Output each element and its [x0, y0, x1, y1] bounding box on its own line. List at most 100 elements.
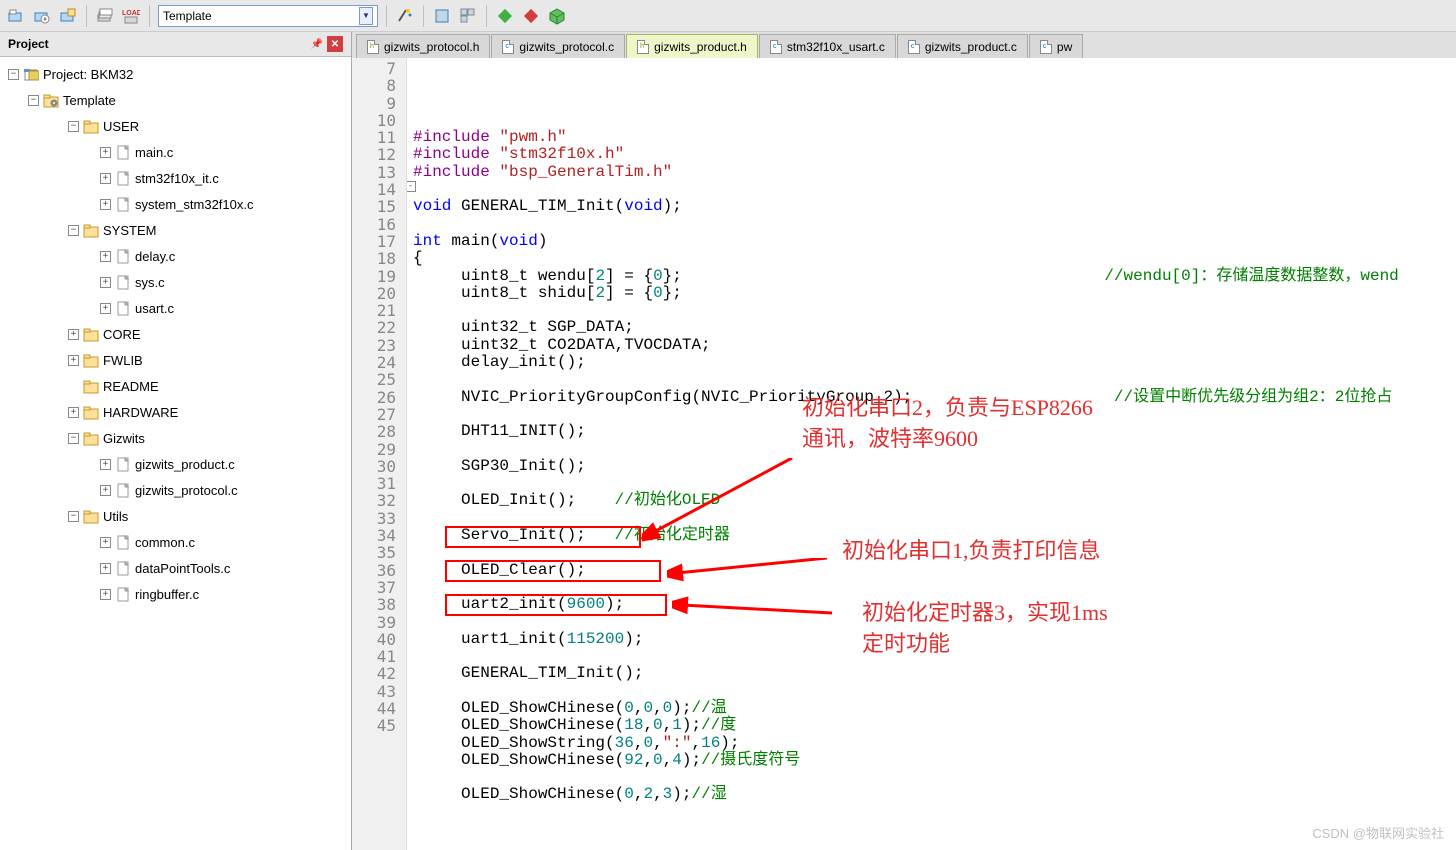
line-number: 34: [352, 527, 396, 544]
code-line[interactable]: OLED_ShowCHinese(0,0,0);//温: [413, 700, 1456, 717]
tree-node[interactable]: +HARDWARE: [0, 399, 351, 425]
code-line[interactable]: OLED_Init(); //初始化OLED: [413, 492, 1456, 509]
tree-node[interactable]: +sys.c: [0, 269, 351, 295]
tree-node[interactable]: +main.c: [0, 139, 351, 165]
tree-expand-icon[interactable]: +: [100, 563, 111, 574]
tree-expand-icon[interactable]: −: [68, 225, 79, 236]
tree-expand-icon[interactable]: −: [28, 95, 39, 106]
tree-expand-icon[interactable]: +: [68, 355, 79, 366]
tree-node[interactable]: −SYSTEM: [0, 217, 351, 243]
code-line[interactable]: uint8_t shidu[2] = {0};: [413, 285, 1456, 302]
tree-expand-icon[interactable]: +: [100, 537, 111, 548]
code-line[interactable]: #include "stm32f10x.h": [413, 146, 1456, 163]
tree-node[interactable]: +FWLIB: [0, 347, 351, 373]
tree-expand-icon[interactable]: −: [68, 511, 79, 522]
tree-node[interactable]: README: [0, 373, 351, 399]
code-line[interactable]: void GENERAL_TIM_Init(void);: [413, 198, 1456, 215]
tree-expand-icon[interactable]: +: [100, 277, 111, 288]
code-container: 7891011121314151617181920212223242526272…: [352, 58, 1456, 850]
folder-icon: [83, 508, 99, 524]
toolbar-separator: [423, 5, 424, 27]
tree-node[interactable]: +ringbuffer.c: [0, 581, 351, 607]
tree-expand-icon[interactable]: +: [100, 251, 111, 262]
tree-expand-icon[interactable]: +: [68, 407, 79, 418]
panel-close-icon[interactable]: ✕: [327, 36, 343, 52]
toolbar-icon-green[interactable]: [495, 6, 515, 26]
options-icon[interactable]: [395, 6, 415, 26]
code-line[interactable]: [413, 510, 1456, 527]
toolbar-icon-stack[interactable]: [95, 6, 115, 26]
code-line[interactable]: SGP30_Init();: [413, 458, 1456, 475]
tree-node[interactable]: −USER: [0, 113, 351, 139]
toolbar-icon-1[interactable]: [6, 6, 26, 26]
combo-dropdown-arrow[interactable]: ▼: [359, 7, 373, 25]
tree-expand-icon[interactable]: +: [68, 329, 79, 340]
editor-tab[interactable]: gizwits_product.h: [626, 34, 758, 58]
tree-expand-icon[interactable]: −: [8, 69, 19, 80]
code-line[interactable]: GENERAL_TIM_Init();: [413, 665, 1456, 682]
code-line[interactable]: OLED_ShowCHinese(92,0,4);//摄氏度符号: [413, 752, 1456, 769]
code-line[interactable]: int main(void): [413, 233, 1456, 250]
tree-node[interactable]: +usart.c: [0, 295, 351, 321]
editor-tab[interactable]: gizwits_product.c: [897, 34, 1028, 58]
code-line[interactable]: [413, 181, 1456, 198]
tree-expand-icon[interactable]: +: [100, 303, 111, 314]
tree-expand-icon[interactable]: −: [68, 121, 79, 132]
tree-node[interactable]: +gizwits_product.c: [0, 451, 351, 477]
toolbar-icon-red[interactable]: [521, 6, 541, 26]
tree-node[interactable]: −Utils: [0, 503, 351, 529]
code-line[interactable]: delay_init();: [413, 354, 1456, 371]
tree-node[interactable]: +common.c: [0, 529, 351, 555]
tree-node[interactable]: −Gizwits: [0, 425, 351, 451]
code-line[interactable]: [413, 683, 1456, 700]
toolbar-icon-manage[interactable]: [458, 6, 478, 26]
tree-expand-icon[interactable]: +: [100, 485, 111, 496]
editor-tab[interactable]: stm32f10x_usart.c: [759, 34, 896, 58]
editor-tab[interactable]: gizwits_protocol.c: [491, 34, 625, 58]
code-line[interactable]: [413, 475, 1456, 492]
toolbar-icon-cube[interactable]: [547, 6, 567, 26]
tree-expand-icon[interactable]: +: [100, 459, 111, 470]
tree-expand-icon[interactable]: +: [100, 589, 111, 600]
project-tree[interactable]: − Project: BKM32 −Template−USER+main.c+stm…: [0, 57, 351, 850]
file-icon: [115, 248, 131, 264]
target-combo[interactable]: Template ▼: [158, 5, 378, 27]
tree-node[interactable]: +gizwits_protocol.c: [0, 477, 351, 503]
code-line[interactable]: [413, 371, 1456, 388]
toolbar-icon-3[interactable]: [58, 6, 78, 26]
toolbar-icon-load[interactable]: LOAD: [121, 6, 141, 26]
tree-expand-icon[interactable]: +: [100, 147, 111, 158]
editor-tab[interactable]: gizwits_protocol.h: [356, 34, 490, 58]
code-line[interactable]: OLED_ShowCHinese(0,2,3);//湿: [413, 786, 1456, 803]
proj-icon: [23, 66, 39, 82]
code-line[interactable]: [413, 769, 1456, 786]
toolbar-icon-2[interactable]: [32, 6, 52, 26]
code-line[interactable]: [413, 216, 1456, 233]
tree-expand-icon[interactable]: −: [68, 433, 79, 444]
code-line[interactable]: uint32_t CO2DATA,TVOCDATA;: [413, 337, 1456, 354]
editor-tab[interactable]: pw: [1029, 34, 1083, 58]
tree-expand-icon[interactable]: +: [100, 199, 111, 210]
code-line[interactable]: [413, 302, 1456, 319]
code-line[interactable]: uint8_t wendu[2] = {0}; //wendu[0]：存储温度数…: [413, 268, 1456, 285]
tree-node-label: Project: BKM32: [43, 67, 133, 82]
editor-tabs: gizwits_protocol.hgizwits_protocol.cgizw…: [352, 32, 1456, 58]
file-icon: [637, 40, 649, 54]
tree-node[interactable]: − Project: BKM32: [0, 61, 351, 87]
tree-expand-icon[interactable]: +: [100, 173, 111, 184]
fold-indicator-icon[interactable]: -: [407, 181, 416, 192]
code-line[interactable]: OLED_ShowCHinese(18,0,1);//度: [413, 717, 1456, 734]
panel-pin-icon[interactable]: 📌: [309, 36, 325, 52]
tree-node[interactable]: +delay.c: [0, 243, 351, 269]
code-line[interactable]: OLED_ShowString(36,0,":",16);: [413, 735, 1456, 752]
tree-node[interactable]: +CORE: [0, 321, 351, 347]
code-line[interactable]: uint32_t SGP_DATA;: [413, 319, 1456, 336]
code-line[interactable]: #include "bsp_GeneralTim.h": [413, 164, 1456, 181]
tree-node[interactable]: −Template: [0, 87, 351, 113]
tree-node[interactable]: +stm32f10x_it.c: [0, 165, 351, 191]
tree-node[interactable]: +dataPointTools.c: [0, 555, 351, 581]
code-line[interactable]: #include "pwm.h": [413, 129, 1456, 146]
tree-node[interactable]: +system_stm32f10x.c: [0, 191, 351, 217]
toolbar-icon-build[interactable]: [432, 6, 452, 26]
code-line[interactable]: {: [413, 250, 1456, 267]
